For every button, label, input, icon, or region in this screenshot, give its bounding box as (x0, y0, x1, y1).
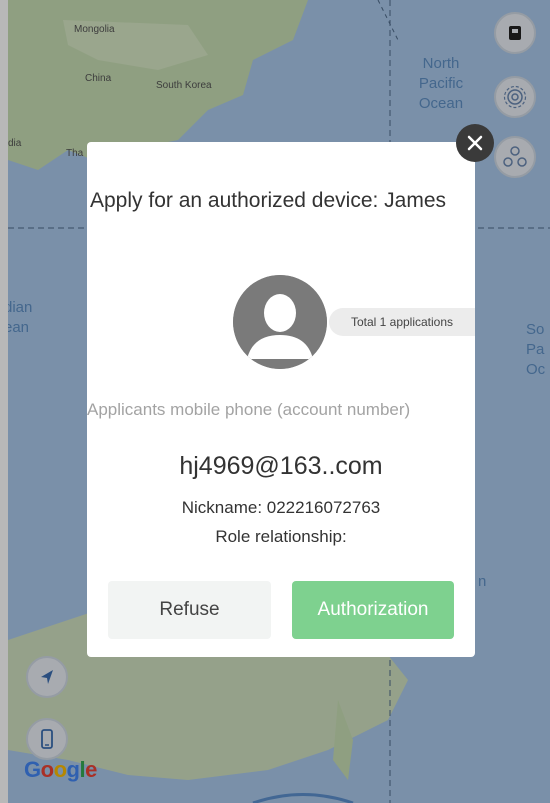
refuse-button[interactable]: Refuse (108, 581, 271, 639)
authorization-button[interactable]: Authorization (292, 581, 454, 639)
authorization-dialog: Apply for an authorized device: James To… (87, 142, 475, 657)
applicant-avatar (233, 275, 327, 369)
dialog-title: Apply for an authorized device: James (90, 189, 447, 212)
close-dialog-button[interactable] (456, 124, 494, 162)
role-relationship-text: Role relationship: (215, 527, 347, 546)
phone-label: Applicants mobile phone (account number) (87, 400, 411, 419)
account-value: hj4969@163..com (179, 452, 383, 480)
nickname-text: Nickname: 022216072763 (181, 498, 381, 517)
close-icon (467, 135, 483, 151)
applications-count-badge: Total 1 applications (329, 308, 475, 336)
user-silhouette-icon (233, 275, 327, 369)
